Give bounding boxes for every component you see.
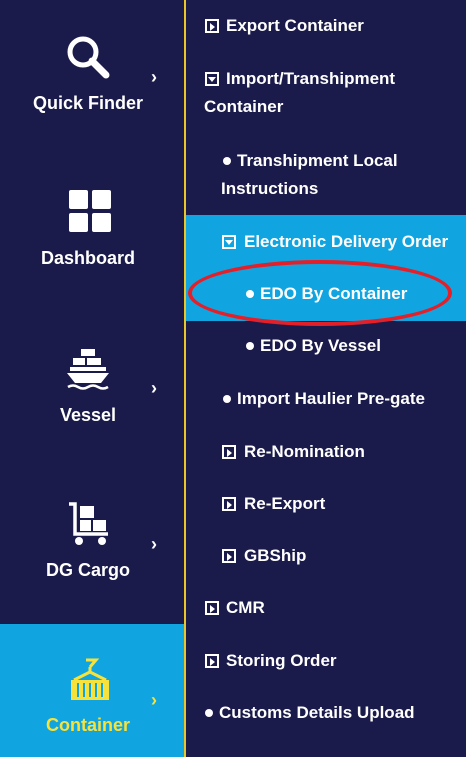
submenu-item-label: Storing Order xyxy=(226,651,337,670)
magnifier-icon xyxy=(64,33,112,86)
bullet-icon xyxy=(246,290,254,298)
rail-item-label: Dashboard xyxy=(40,248,136,268)
submenu-item-label: Import/Transhipment xyxy=(226,69,396,88)
rail-item-vessel[interactable]: › Vessel xyxy=(0,312,184,452)
bullet-icon xyxy=(223,157,231,165)
submenu-item-edo-by-container[interactable]: EDO By Container xyxy=(186,280,466,308)
bullet-icon xyxy=(246,342,254,350)
rail-item-label: Quick Finder xyxy=(32,93,144,113)
rail-item-label: DG Cargo xyxy=(45,560,130,580)
rail-item-dashboard[interactable]: Dashboard xyxy=(0,156,184,296)
rail-item-label: Container xyxy=(45,715,130,735)
expand-box-icon xyxy=(222,445,236,459)
submenu-item-label: Electronic Delivery Order xyxy=(244,232,449,251)
collapse-box-icon xyxy=(205,72,219,86)
bullet-icon xyxy=(223,395,231,403)
expand-box-icon xyxy=(205,654,219,668)
submenu-item-import-haulier-pregate[interactable]: Import Haulier Pre-gate xyxy=(186,385,466,413)
rail-item-dg-cargo[interactable]: › DG Cargo xyxy=(0,468,184,608)
submenu-item-label: Transhipment Local xyxy=(237,151,398,170)
rail-item-label: Vessel xyxy=(59,405,117,425)
chevron-right-icon: › xyxy=(151,378,157,398)
expand-box-icon xyxy=(222,497,236,511)
grid-icon xyxy=(68,189,112,238)
side-rail: › Quick Finder Dashboard › Vessel › DG C… xyxy=(0,0,184,757)
submenu-item-export-container[interactable]: Export Container xyxy=(186,12,466,40)
submenu-item-re-export[interactable]: Re-Export xyxy=(186,490,466,518)
submenu-item-label: Export Container xyxy=(226,16,364,35)
container-crane-icon xyxy=(68,658,112,709)
container-submenu: Export Container Import/Transhipment Con… xyxy=(186,0,466,757)
bullet-icon xyxy=(205,709,213,717)
submenu-item-label: Re-Export xyxy=(244,494,326,513)
submenu-item-label: Container xyxy=(204,97,284,116)
submenu-item-label: Import Haulier Pre-gate xyxy=(237,389,425,408)
submenu-item-gbship[interactable]: GBShip xyxy=(186,542,466,570)
chevron-right-icon: › xyxy=(151,67,157,87)
submenu-item-cmr[interactable]: CMR xyxy=(186,594,466,622)
submenu-item-label: EDO By Container xyxy=(260,284,408,303)
expand-box-icon xyxy=(205,19,219,33)
submenu-item-label: CMR xyxy=(226,598,265,617)
submenu-item-import-transhipment[interactable]: Import/Transhipment Container xyxy=(186,65,466,121)
submenu-item-electronic-delivery-order[interactable]: Electronic Delivery Order xyxy=(186,228,466,256)
chevron-right-icon: › xyxy=(151,534,157,554)
rail-item-quick-finder[interactable]: › Quick Finder xyxy=(0,0,184,140)
trolley-icon xyxy=(66,502,112,551)
submenu-item-label: Re-Nomination xyxy=(244,442,365,461)
submenu-item-label: GBShip xyxy=(244,546,307,565)
submenu-item-re-nomination[interactable]: Re-Nomination xyxy=(186,438,466,466)
submenu-item-label: Customs Details Upload xyxy=(219,703,415,722)
expand-box-icon xyxy=(222,549,236,563)
submenu-item-edo-by-vessel[interactable]: EDO By Vessel xyxy=(186,332,466,360)
chevron-right-icon: › xyxy=(151,690,157,710)
expand-box-icon xyxy=(205,601,219,615)
submenu-item-transhipment-local-instructions[interactable]: Transhipment Local Instructions xyxy=(186,147,466,203)
rail-item-container[interactable]: › Container xyxy=(0,624,184,757)
collapse-box-icon xyxy=(222,235,236,249)
submenu-item-customs-details-upload[interactable]: Customs Details Upload xyxy=(186,699,466,727)
ship-icon xyxy=(65,345,111,396)
submenu-item-label: Instructions xyxy=(221,179,319,198)
submenu-item-storing-order[interactable]: Storing Order xyxy=(186,647,466,675)
submenu-item-label: EDO By Vessel xyxy=(260,336,381,355)
